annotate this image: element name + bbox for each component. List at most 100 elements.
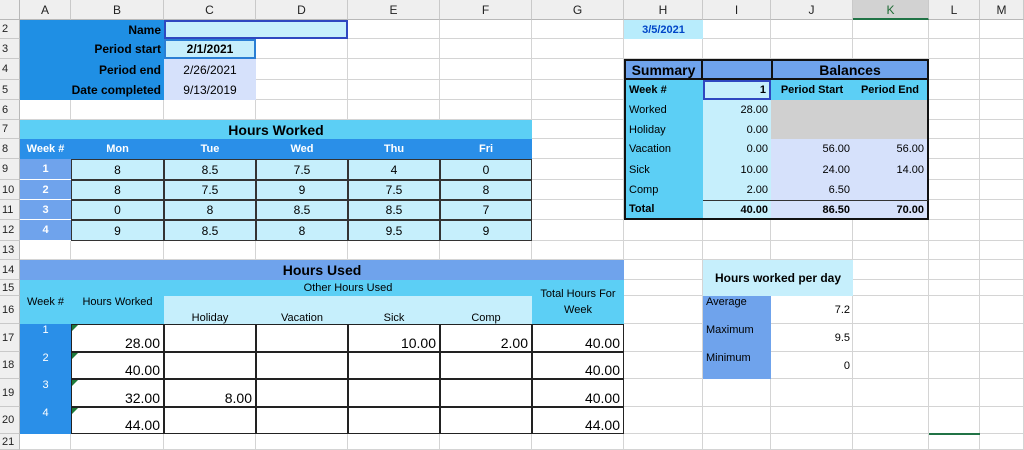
hours-used-sick[interactable]: [348, 352, 440, 379]
row-header-21[interactable]: 21: [0, 434, 20, 450]
balance-end[interactable]: 56.00: [853, 139, 929, 159]
row-header-4[interactable]: 4: [0, 59, 20, 80]
hours-cell[interactable]: 0: [440, 159, 532, 180]
hours-cell[interactable]: 9: [440, 220, 532, 241]
hours-worked-title[interactable]: Hours Worked: [20, 120, 532, 139]
hours-used-total[interactable]: 40.00: [532, 324, 624, 352]
column-header-k[interactable]: K: [853, 0, 929, 20]
hours-used-total[interactable]: 44.00: [532, 407, 624, 434]
total-hours-header[interactable]: Total Hours For Week: [532, 280, 624, 324]
column-header-h[interactable]: H: [624, 0, 703, 20]
row-header-12[interactable]: 12: [0, 220, 20, 241]
hours-used-week-header[interactable]: Week #: [20, 280, 71, 324]
row-header-8[interactable]: 8: [0, 139, 20, 159]
per-day-title[interactable]: Hours worked per day: [703, 260, 853, 296]
row-header-13[interactable]: 13: [0, 241, 20, 260]
hours-worked-header[interactable]: Tue: [164, 139, 256, 159]
other-hours-subheader[interactable]: Holiday: [164, 296, 256, 324]
week-number[interactable]: 3: [20, 200, 71, 220]
summary-title[interactable]: Summary: [624, 59, 703, 80]
week-number[interactable]: 2: [20, 180, 71, 200]
period-end-value[interactable]: 2/26/2021: [164, 59, 256, 80]
hours-used-holiday[interactable]: 8.00: [164, 379, 256, 407]
hours-used-holiday[interactable]: [164, 352, 256, 379]
hours-used-title[interactable]: Hours Used: [20, 260, 624, 280]
hours-used-comp[interactable]: [440, 407, 532, 434]
hours-used-week[interactable]: 4: [20, 407, 71, 434]
period-start-value[interactable]: 2/1/2021: [164, 39, 256, 59]
hours-used-comp[interactable]: [440, 379, 532, 407]
summary-value[interactable]: 2.00: [703, 180, 771, 200]
column-header-e[interactable]: E: [348, 0, 440, 20]
column-header-l[interactable]: L: [929, 0, 980, 20]
summary-value[interactable]: 28.00: [703, 100, 771, 120]
row-header-2[interactable]: 2: [0, 20, 20, 39]
hours-used-worked[interactable]: 40.00: [71, 352, 164, 379]
per-day-label[interactable]: Minimum: [703, 352, 771, 379]
per-day-value[interactable]: 9.5: [771, 324, 853, 352]
row-header-20[interactable]: 20: [0, 407, 20, 434]
column-header-j[interactable]: J: [771, 0, 853, 20]
row-header-14[interactable]: 14: [0, 260, 20, 280]
hours-cell[interactable]: 7: [440, 200, 532, 220]
hours-used-holiday[interactable]: [164, 407, 256, 434]
label-name[interactable]: Name: [71, 20, 164, 39]
per-day-value[interactable]: 0: [771, 352, 853, 379]
row-header-10[interactable]: 10: [0, 180, 20, 200]
summary-week-label[interactable]: Week #: [624, 80, 703, 100]
per-day-label[interactable]: Average: [703, 296, 771, 324]
week-number[interactable]: 1: [20, 159, 71, 180]
row-header-17[interactable]: 17: [0, 324, 20, 352]
hours-used-worked[interactable]: 28.00: [71, 324, 164, 352]
hours-cell[interactable]: 7.5: [256, 159, 348, 180]
hours-used-comp[interactable]: 2.00: [440, 324, 532, 352]
hours-cell[interactable]: 8: [440, 180, 532, 200]
row-header-5[interactable]: 5: [0, 80, 20, 100]
hours-cell[interactable]: 8: [164, 200, 256, 220]
hours-cell[interactable]: 8: [256, 220, 348, 241]
hours-used-week[interactable]: 2: [20, 352, 71, 379]
label-period-start[interactable]: Period start: [71, 39, 164, 59]
row-header-9[interactable]: 9: [0, 159, 20, 180]
hours-worked-header[interactable]: Mon: [71, 139, 164, 159]
hours-used-comp[interactable]: [440, 352, 532, 379]
balance-start[interactable]: 56.00: [771, 139, 853, 159]
other-hours-subheader[interactable]: Sick: [348, 296, 440, 324]
row-header-7[interactable]: 7: [0, 120, 20, 139]
select-all-corner[interactable]: [0, 0, 20, 20]
row-header-3[interactable]: 3: [0, 39, 20, 59]
other-hours-subheader[interactable]: Comp: [440, 296, 532, 324]
summary-label[interactable]: Worked: [624, 100, 703, 120]
hours-used-vacation[interactable]: [256, 352, 348, 379]
row-header-18[interactable]: 18: [0, 352, 20, 379]
hours-cell[interactable]: 8.5: [348, 200, 440, 220]
hours-used-sick[interactable]: 10.00: [348, 324, 440, 352]
hours-cell[interactable]: 9.5: [348, 220, 440, 241]
summary-label[interactable]: Vacation: [624, 139, 703, 159]
balance-start[interactable]: 6.50: [771, 180, 853, 200]
column-header-c[interactable]: C: [164, 0, 256, 20]
hours-cell[interactable]: 9: [71, 220, 164, 241]
row-header-15[interactable]: 15: [0, 280, 20, 296]
other-hours-header[interactable]: Other Hours Used: [164, 280, 532, 296]
summary-value[interactable]: 0.00: [703, 139, 771, 159]
hours-cell[interactable]: 4: [348, 159, 440, 180]
balance-start[interactable]: 24.00: [771, 159, 853, 180]
hours-used-worked[interactable]: 44.00: [71, 407, 164, 434]
hours-used-worked[interactable]: 32.00: [71, 379, 164, 407]
name-input[interactable]: [164, 20, 348, 39]
summary-label[interactable]: Comp: [624, 180, 703, 200]
hours-used-vacation[interactable]: [256, 324, 348, 352]
hours-used-week[interactable]: 3: [20, 379, 71, 407]
balances-header[interactable]: Period End: [853, 80, 929, 100]
spreadsheet[interactable]: A B C D E F G H I J K L M 2 3 4 5 6 7 8 9 10 11 12 13 14 15 16 17 18 1…: [0, 0, 1024, 450]
row-header-11[interactable]: 11: [0, 200, 20, 220]
summary-title-fill[interactable]: [703, 59, 771, 80]
summary-value[interactable]: 0.00: [703, 120, 771, 139]
column-header-a[interactable]: A: [20, 0, 71, 20]
h2-date-cell[interactable]: 3/5/2021: [624, 20, 703, 39]
hours-cell[interactable]: 8.5: [256, 200, 348, 220]
hours-cell[interactable]: 0: [71, 200, 164, 220]
column-header-g[interactable]: G: [532, 0, 624, 20]
per-day-value[interactable]: 7.2: [771, 296, 853, 324]
